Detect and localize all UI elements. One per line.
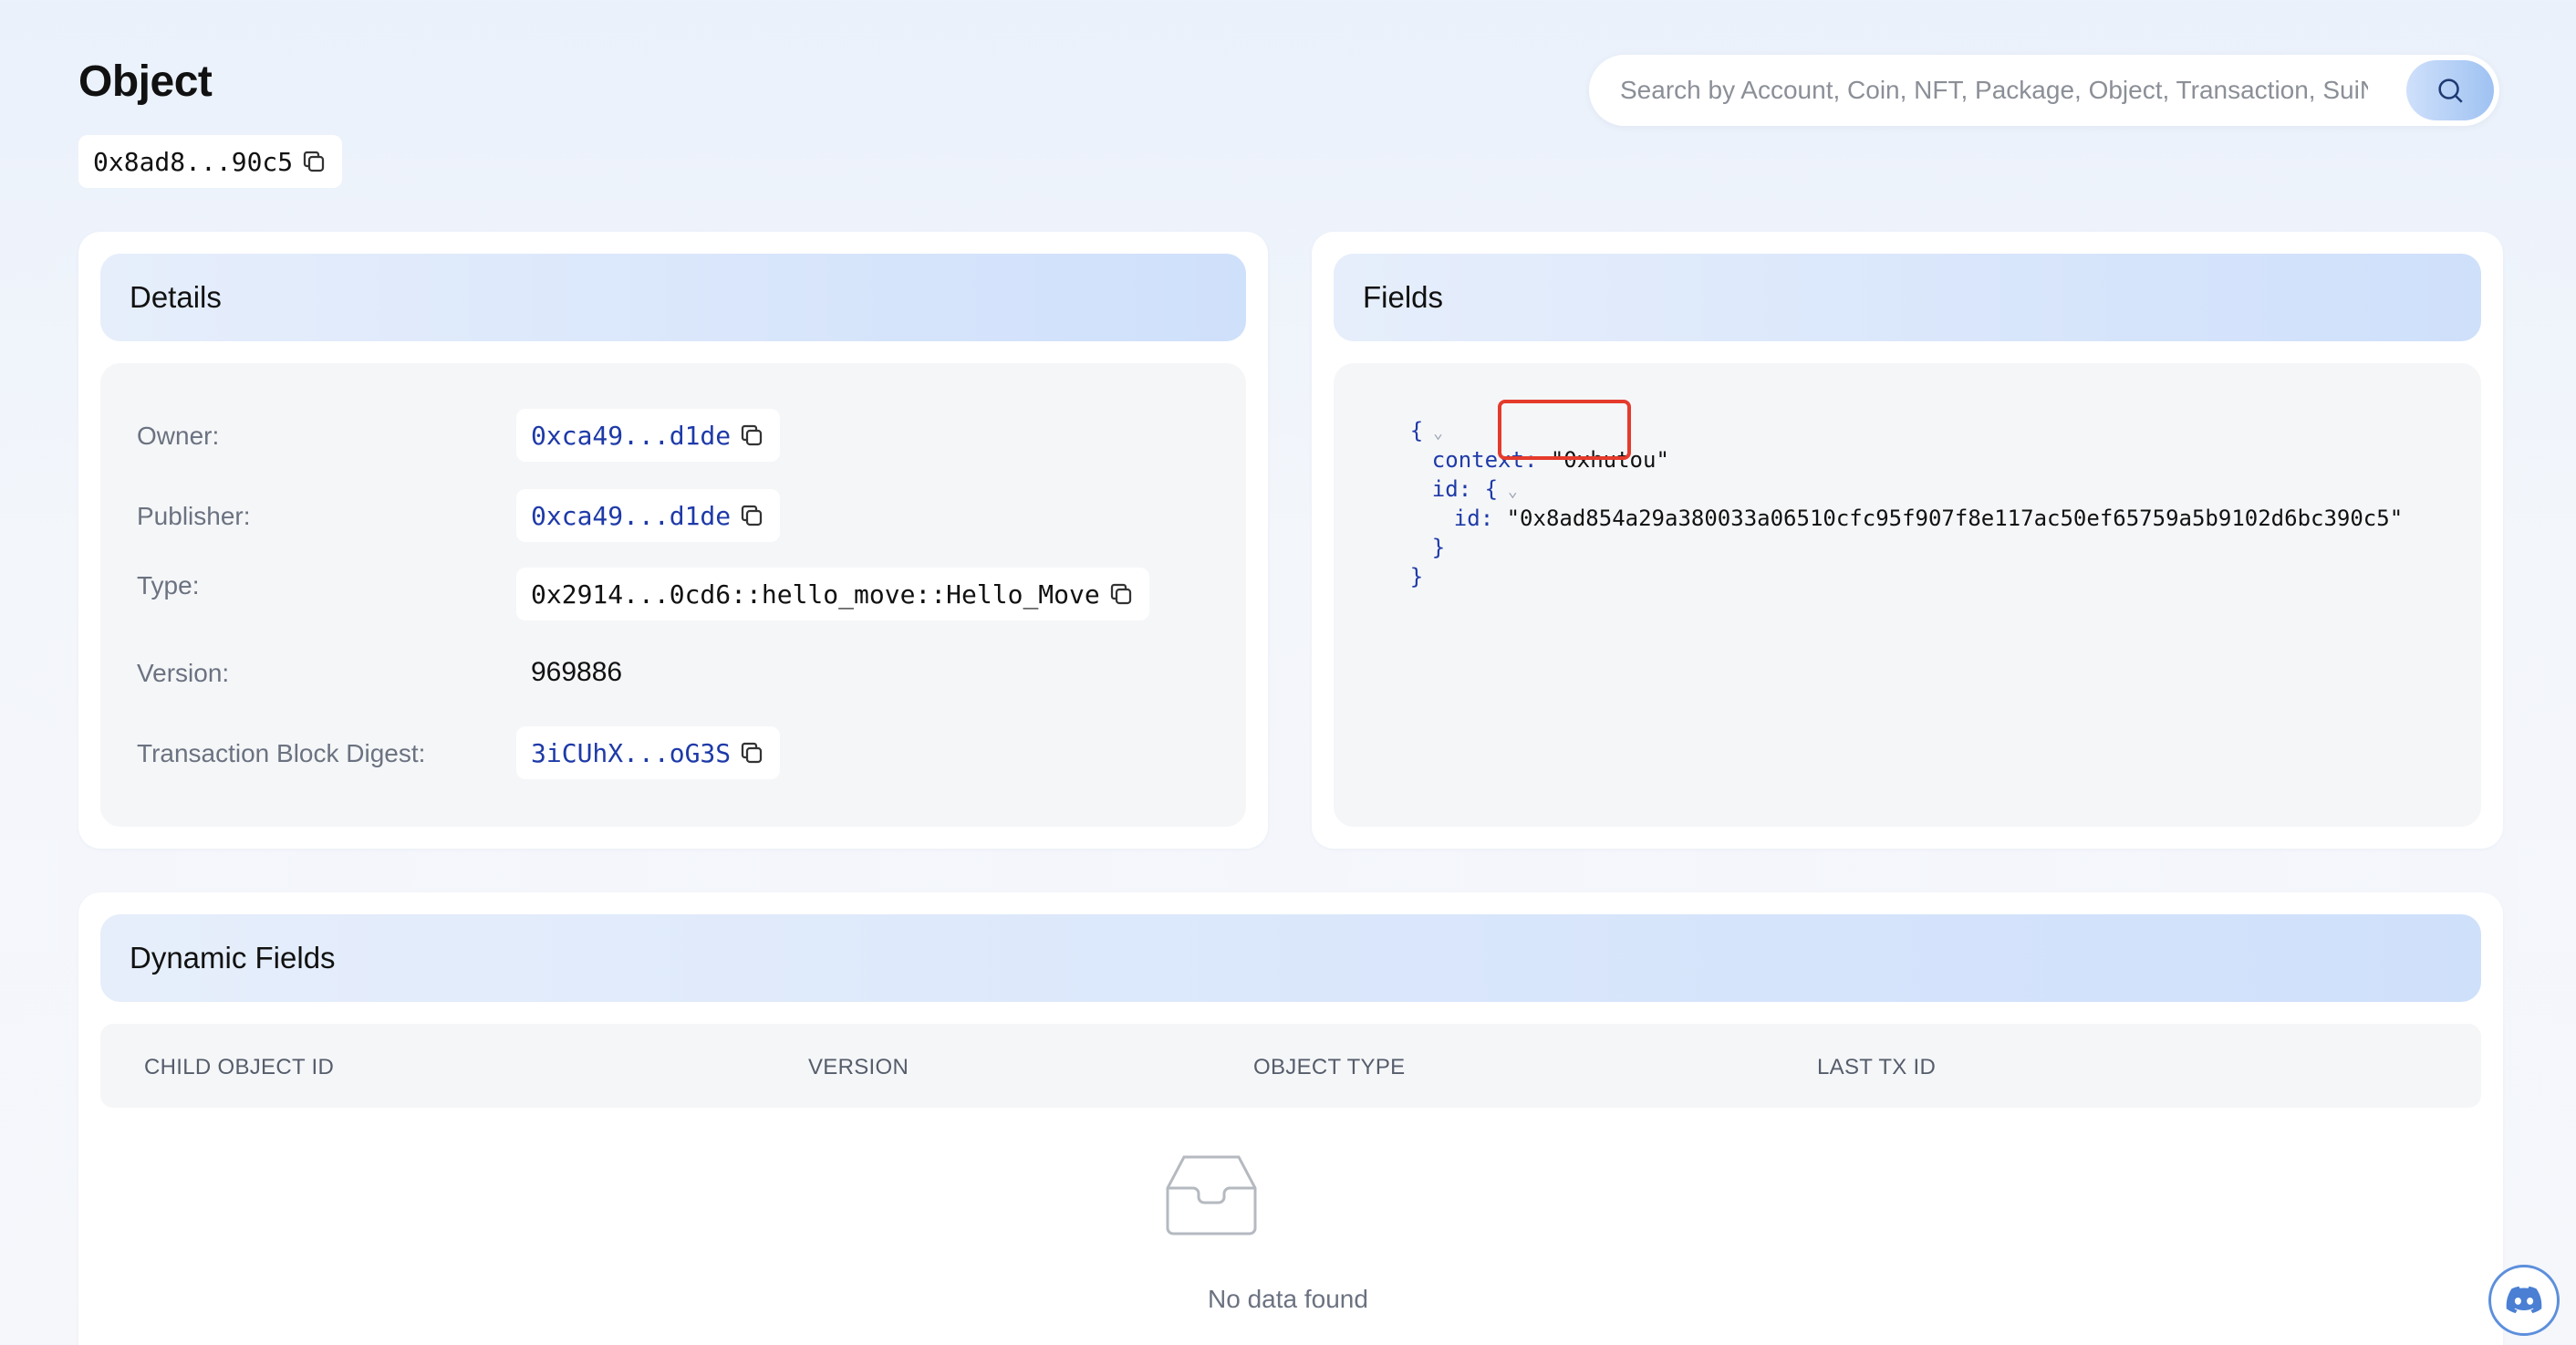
- owner-value: 0xca49...d1de: [531, 420, 732, 451]
- details-card-body: Owner: 0xca49...d1de Publisher: 0xca49..…: [100, 363, 1246, 827]
- search-bar[interactable]: [1589, 55, 2499, 126]
- publisher-value: 0xca49...d1de: [531, 500, 732, 531]
- owner-label: Owner:: [137, 422, 220, 450]
- type-value: 0x2914...0cd6::hello_move::Hello_Move: [531, 579, 1100, 610]
- discord-icon: [2506, 1286, 2542, 1314]
- json-inner-id-value: "0x8ad854a29a380033a06510cfc95f907f8e117…: [1506, 506, 2404, 531]
- copy-icon[interactable]: [738, 422, 765, 449]
- empty-inbox-icon: [1166, 1155, 1257, 1236]
- search-button[interactable]: [2406, 60, 2494, 120]
- dynamic-fields-card: Dynamic Fields CHILD OBJECT ID VERSION O…: [78, 892, 2503, 1345]
- details-card-title: Details: [100, 254, 1246, 341]
- dynamic-fields-table-header: CHILD OBJECT ID VERSION OBJECT TYPE LAST…: [100, 1024, 2481, 1108]
- empty-state-text: No data found: [1208, 1285, 1368, 1313]
- digest-value: 3iCUhX...oG3S: [531, 737, 732, 768]
- column-header: LAST TX ID: [1817, 1055, 1937, 1079]
- object-id-text: 0x8ad8...90c5: [93, 146, 294, 177]
- fields-card-title: Fields: [1334, 254, 2481, 341]
- annotation-highlight-box: [1498, 400, 1631, 460]
- dynamic-fields-title: Dynamic Fields: [100, 914, 2481, 1002]
- copy-icon[interactable]: [738, 502, 765, 529]
- json-inner-id-key: id:: [1453, 506, 1494, 531]
- version-label: Version:: [137, 659, 230, 687]
- object-id-chip[interactable]: 0x8ad8...90c5: [78, 135, 343, 188]
- search-input[interactable]: [1620, 76, 2368, 105]
- publisher-label: Publisher:: [137, 502, 251, 530]
- digest-link[interactable]: 3iCUhX...oG3S: [516, 726, 781, 779]
- version-value: 969886: [531, 657, 623, 687]
- column-header: OBJECT TYPE: [1253, 1055, 1406, 1079]
- type-label: Type:: [137, 571, 200, 600]
- json-close-brace: }: [1409, 564, 1424, 589]
- search-icon: [2438, 78, 2463, 103]
- discord-button[interactable]: [2488, 1265, 2560, 1336]
- page-title: Object: [78, 57, 213, 106]
- copy-icon[interactable]: [1107, 580, 1135, 608]
- details-card: Details Owner: 0xca49...d1de Publisher: …: [78, 232, 1268, 849]
- copy-icon[interactable]: [738, 739, 765, 766]
- type-chip[interactable]: 0x2914...0cd6::hello_move::Hello_Move: [516, 568, 1149, 620]
- json-inner-close: }: [1431, 535, 1446, 560]
- owner-link[interactable]: 0xca49...d1de: [516, 409, 781, 462]
- copy-icon[interactable]: [300, 148, 327, 175]
- column-header: CHILD OBJECT ID: [144, 1055, 335, 1079]
- digest-label: Transaction Block Digest:: [137, 739, 426, 767]
- column-header: VERSION: [808, 1055, 909, 1079]
- publisher-link[interactable]: 0xca49...d1de: [516, 489, 781, 542]
